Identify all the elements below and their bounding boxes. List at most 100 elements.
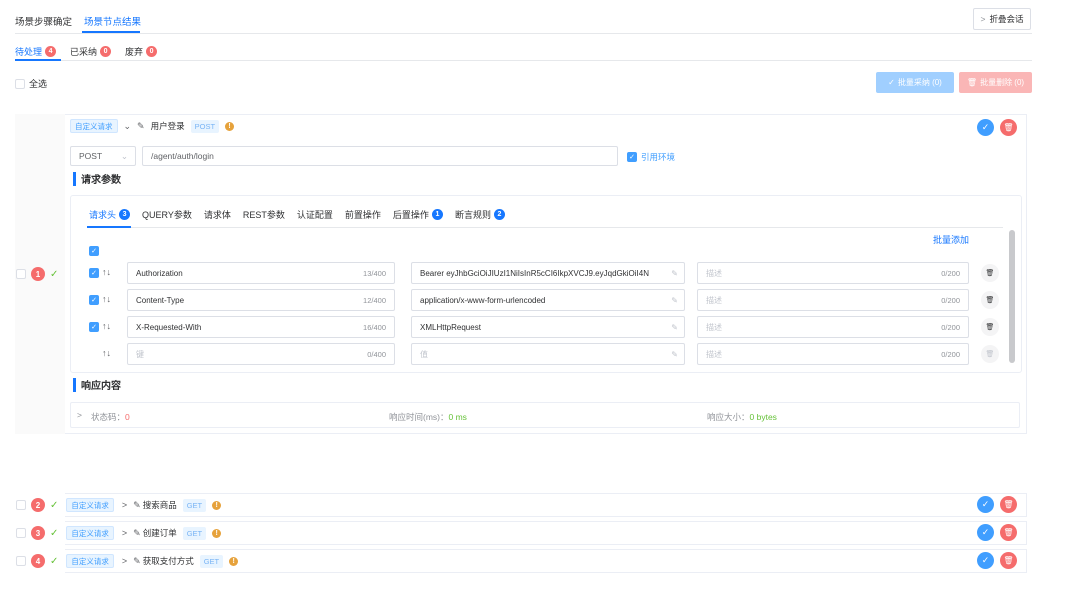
accept-button[interactable]: ✓ [977,552,994,569]
step-1-header: 自定义请求 ⌄ ✎ 用户登录 POST ! [70,119,235,133]
header-key-input[interactable]: Authorization 13/400 [127,262,395,284]
step-checkbox[interactable] [16,528,26,538]
accept-button[interactable]: ✓ [977,524,994,541]
status-value: 0 [125,412,130,422]
tab-auth[interactable]: 认证配置 [297,208,333,221]
params-panel: 请求头 3 QUERY参数 请求体 REST参数 认证配置 前置操作 后置操作 … [70,195,1022,373]
tab-headers[interactable]: 请求头 3 [89,208,131,221]
tab-label: REST参数 [242,210,285,220]
step-3-row[interactable]: 3 ✓ 自定义请求 > ✎ 创建订单 GET ! ✓ 🗑 [15,521,1027,545]
sort-arrows-icon[interactable]: ↑↓ [102,321,111,331]
header-desc-input[interactable]: 描述 0/200 [697,343,969,365]
header-desc-input[interactable]: 描述 0/200 [697,316,969,338]
status-label: 状态码： [91,412,126,422]
delete-button[interactable]: 🗑 [1000,552,1017,569]
collapse-session-button[interactable]: > 折叠会话 [973,8,1031,30]
desc-placeholder: 描述 [706,322,722,332]
edit-icon[interactable]: ✎ [137,121,145,132]
step-2-row[interactable]: 2 ✓ 自定义请求 > ✎ 搜索商品 GET ! ✓ 🗑 [15,493,1027,517]
count-badge: 3 [119,209,131,220]
step-checkbox[interactable] [16,269,26,279]
check-icon: ✓ [50,555,59,567]
header-value-input[interactable]: 值 ✎ [411,343,685,365]
accept-button[interactable]: ✓ [977,496,994,513]
bulk-accept-label: 批量采纳 (0) [897,78,942,87]
response-summary[interactable]: > 状态码：0 响应时间(ms)：0 ms 响应大小：0 bytes [70,402,1020,428]
step-4-row[interactable]: 4 ✓ 自定义请求 > ✎ 获取支付方式 GET ! ✓ 🗑 [15,549,1027,573]
warning-icon: ! [225,121,235,131]
sort-arrows-icon[interactable]: ↑↓ [102,267,111,277]
scrollbar[interactable] [1009,230,1015,363]
bulk-add-link[interactable]: 批量添加 [933,233,969,246]
tab-pre-ops[interactable]: 前置操作 [345,208,381,221]
tab-body[interactable]: 请求体 [204,208,231,221]
edit-icon[interactable]: ✎ [671,323,678,332]
header-desc-input[interactable]: 描述 0/200 [697,262,969,284]
use-env-toggle[interactable]: ✓ 引用环境 [627,151,675,163]
row-delete-button[interactable]: 🗑 [981,291,999,309]
tab-label: 废弃 [125,46,144,57]
chevron-down-icon[interactable]: ⌄ [124,121,132,132]
edit-icon[interactable]: ✎ [671,269,678,278]
step-checkbox[interactable] [16,500,26,510]
bulk-delete-button[interactable]: 🗑 批量删除 (0) [959,72,1032,93]
row-checkbox[interactable]: ✓ [89,322,99,332]
tab-label: 前置操作 [344,210,381,220]
section-response: 响应内容 [73,377,121,392]
delete-button[interactable]: 🗑 [1000,524,1017,541]
step-number-badge: 4 [31,554,45,568]
tab-discarded[interactable]: 废弃 0 [125,40,158,62]
url-input[interactable]: /agent/auth/login [142,146,618,166]
delete-button[interactable]: 🗑 [1000,496,1017,513]
method-tag: POST [190,119,220,133]
row-checkbox[interactable]: ✓ [89,268,99,278]
chevron-right-icon: > [980,14,986,24]
use-env-checkbox[interactable]: ✓ [627,152,637,162]
row-delete-button[interactable]: 🗑 [981,318,999,336]
header-value-input[interactable]: Bearer eyJhbGciOiJIUzI1NiIsInR5cCI6IkpXV… [411,262,685,284]
step-checkbox[interactable] [16,556,26,566]
method-select[interactable]: POST ⌄ [70,146,136,166]
key-value: Authorization [136,268,183,278]
header-value-input[interactable]: application/x-www-form-urlencoded ✎ [411,289,685,311]
edit-icon[interactable]: ✎ [671,350,678,359]
tab-scene-node-results[interactable]: 场景节点结果 [84,14,141,28]
select-all-checkbox[interactable] [15,78,25,89]
header-row: ✓ ↑↓ Content-Type 12/400 application/x-w… [89,289,999,311]
tab-post-ops[interactable]: 后置操作 1 [393,208,443,221]
tab-rest[interactable]: REST参数 [243,208,285,221]
request-type-tag: 自定义请求 [70,119,118,133]
tab-label: 请求体 [203,210,231,220]
tab-query[interactable]: QUERY参数 [142,208,192,221]
header-key-input[interactable]: Content-Type 12/400 [127,289,395,311]
select-all[interactable]: 全选 [15,77,47,90]
bulk-accept-button[interactable]: ✓ 批量采纳 (0) [876,72,954,93]
sort-arrows-icon[interactable]: ↑↓ [102,348,111,358]
count-badge: 0 [100,45,112,57]
header-value-input[interactable]: XMLHttpRequest ✎ [411,316,685,338]
top-bar: 场景步骤确定 场景节点结果 > 折叠会话 [0,0,1080,38]
header-row: ✓ ↑↓ Authorization 13/400 Bearer eyJhbGc… [89,262,999,284]
count-badge: 0 [146,45,158,57]
select-all-headers-checkbox[interactable]: ✓ [89,246,99,256]
row-delete-button[interactable]: 🗑 [981,264,999,282]
tab-assertions[interactable]: 断言规则 2 [455,208,505,221]
sort-arrows-icon[interactable]: ↑↓ [102,294,111,304]
edit-icon[interactable]: ✎ [671,296,678,305]
method-value: POST [79,151,103,161]
param-tabs: 请求头 3 QUERY参数 请求体 REST参数 认证配置 前置操作 后置操作 … [89,208,505,221]
header-key-input[interactable]: X-Requested-With 16/400 [127,316,395,338]
status-code: 状态码：0 [91,411,130,423]
accept-button[interactable]: ✓ [977,119,994,136]
active-tab-indicator [87,226,131,228]
tab-accepted[interactable]: 已采纳 0 [70,40,112,62]
row-delete-button[interactable]: 🗑 [981,345,999,363]
chevron-right-icon[interactable]: > [77,410,82,420]
char-count: 13/400 [363,268,386,278]
header-key-input[interactable]: 键 0/400 [127,343,395,365]
bulk-delete-label: 批量删除 (0) [980,78,1025,87]
row-checkbox[interactable]: ✓ [89,295,99,305]
header-desc-input[interactable]: 描述 0/200 [697,289,969,311]
delete-button[interactable]: 🗑 [1000,119,1017,136]
tab-scene-steps[interactable]: 场景步骤确定 [15,14,72,28]
